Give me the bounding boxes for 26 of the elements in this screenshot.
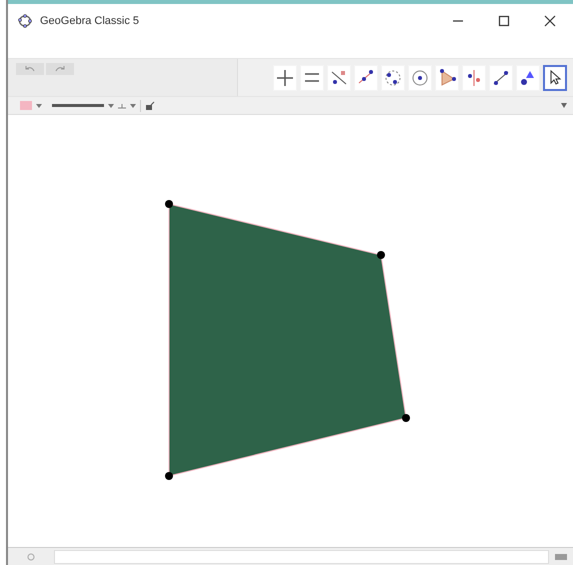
point[interactable]: [377, 251, 385, 259]
point[interactable]: [165, 200, 173, 208]
crosshair-icon: [275, 68, 295, 88]
undo-icon: [24, 65, 36, 73]
dotted-circle-icon: [383, 68, 403, 88]
caret-icon[interactable]: [36, 104, 42, 108]
tool-button[interactable]: [543, 64, 567, 90]
caret-icon[interactable]: [108, 104, 114, 108]
redo-icon: [54, 65, 66, 73]
menu-icon[interactable]: [561, 103, 567, 108]
point[interactable]: [165, 472, 173, 480]
window-title: GeoGebra Classic 5: [40, 15, 140, 27]
point-style-icon[interactable]: [118, 102, 126, 108]
label-style-icon[interactable]: [145, 100, 155, 110]
point[interactable]: [402, 414, 410, 422]
circle-icon: [410, 68, 430, 88]
triangle-icon: [437, 68, 457, 88]
close-icon: [544, 15, 556, 27]
input-field[interactable]: [54, 550, 549, 564]
quadrilateral[interactable]: [168, 203, 407, 477]
color-swatch[interactable]: [20, 101, 32, 110]
keyboard-icon: [554, 553, 568, 561]
caret-icon[interactable]: [130, 104, 136, 108]
maximize-icon: [498, 15, 510, 27]
app-logo-icon: [18, 14, 32, 28]
help-icon: [27, 553, 35, 561]
